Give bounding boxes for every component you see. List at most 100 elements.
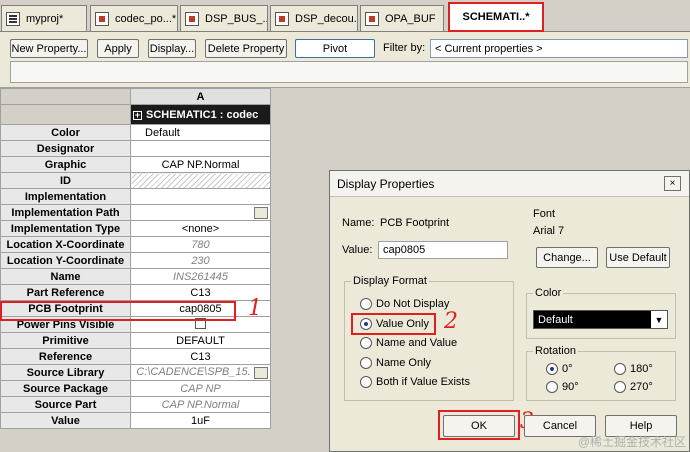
chevron-down-icon[interactable]: ▼ bbox=[651, 311, 667, 328]
property-name-cell[interactable]: Designator bbox=[0, 140, 131, 157]
property-value-cell[interactable] bbox=[130, 188, 271, 205]
change-font-button[interactable]: Change... bbox=[536, 247, 598, 268]
property-name-cell[interactable]: Graphic bbox=[0, 156, 131, 173]
table-row[interactable]: Part Reference C13 bbox=[0, 284, 271, 301]
property-value-cell[interactable]: cap0805 bbox=[130, 300, 271, 317]
apply-button[interactable]: Apply bbox=[97, 39, 139, 58]
table-row[interactable]: Location Y-Coordinate 230 bbox=[0, 252, 271, 269]
table-row[interactable]: ID bbox=[0, 172, 271, 189]
property-name-cell[interactable]: ID bbox=[0, 172, 131, 189]
tab-strip: myproj* codec_po...* DSP_BUS_... DSP_dec… bbox=[0, 0, 690, 32]
property-name-cell[interactable]: Implementation Path bbox=[0, 204, 131, 221]
tab-dsp-decou[interactable]: DSP_decou... bbox=[270, 5, 358, 31]
radio-rotation-180[interactable]: 180° bbox=[614, 363, 653, 375]
corner-cell bbox=[0, 88, 131, 105]
property-name-cell[interactable]: Source Library bbox=[0, 364, 131, 381]
radio-label: 0° bbox=[562, 363, 573, 375]
table-row[interactable]: Value 1uF bbox=[0, 412, 271, 429]
property-value-cell[interactable]: 1uF bbox=[130, 412, 271, 429]
radio-do-not-display[interactable]: Do Not Display bbox=[360, 298, 449, 310]
property-value-cell[interactable] bbox=[130, 172, 271, 189]
radio-rotation-90[interactable]: 90° bbox=[546, 381, 579, 393]
column-header[interactable]: + SCHEMATIC1 : codec bbox=[130, 104, 271, 125]
property-name-cell[interactable]: Implementation Type bbox=[0, 220, 131, 237]
display-button[interactable]: Display... bbox=[148, 39, 196, 58]
ok-button[interactable]: OK bbox=[443, 415, 515, 437]
table-row[interactable]: Location X-Coordinate 780 bbox=[0, 236, 271, 253]
table-row[interactable]: Implementation Path bbox=[0, 204, 271, 221]
page-icon bbox=[95, 11, 109, 26]
radio-label: Name and Value bbox=[376, 337, 458, 349]
property-name-cell[interactable]: Primitive bbox=[0, 332, 131, 349]
property-value-cell[interactable]: <none> bbox=[130, 220, 271, 237]
radio-value-only[interactable]: Value Only bbox=[360, 318, 429, 330]
property-value-cell[interactable]: CAP NP bbox=[130, 380, 271, 397]
property-value-cell[interactable]: INS261445 bbox=[130, 268, 271, 285]
radio-both-if-value-exists[interactable]: Both if Value Exists bbox=[360, 376, 470, 388]
table-row[interactable]: Implementation bbox=[0, 188, 271, 205]
property-name-cell[interactable]: Name bbox=[0, 268, 131, 285]
property-name-cell[interactable]: Value bbox=[0, 412, 131, 429]
table-row[interactable]: Primitive DEFAULT bbox=[0, 332, 271, 349]
value-field[interactable]: cap0805 bbox=[378, 241, 508, 259]
table-row[interactable]: Color Default bbox=[0, 124, 271, 141]
property-value-cell[interactable]: 230 bbox=[130, 252, 271, 269]
checkbox-icon[interactable] bbox=[195, 317, 206, 329]
table-row[interactable]: Source Package CAP NP bbox=[0, 380, 271, 397]
use-default-button[interactable]: Use Default bbox=[606, 247, 670, 268]
property-value-cell[interactable] bbox=[130, 316, 271, 333]
color-select[interactable]: Default ▼ bbox=[533, 310, 668, 329]
property-value-cell[interactable]: C13 bbox=[130, 348, 271, 365]
property-value-cell[interactable]: CAP NP.Normal bbox=[130, 396, 271, 413]
property-name-cell[interactable]: Source Package bbox=[0, 380, 131, 397]
radio-name-and-value[interactable]: Name and Value bbox=[360, 337, 457, 349]
property-name-cell[interactable]: PCB Footprint bbox=[0, 300, 131, 317]
property-name-cell[interactable]: Location X-Coordinate bbox=[0, 236, 131, 253]
property-value-cell[interactable]: 780 bbox=[130, 236, 271, 253]
property-name-cell[interactable]: Part Reference bbox=[0, 284, 131, 301]
property-value-cell[interactable]: DEFAULT bbox=[130, 332, 271, 349]
property-name-cell[interactable]: Reference bbox=[0, 348, 131, 365]
property-name-cell[interactable]: Color bbox=[0, 124, 131, 141]
table-row[interactable]: Power Pins Visible bbox=[0, 316, 271, 333]
property-value-cell[interactable]: C:\CADENCE\SPB_15. bbox=[130, 364, 271, 381]
property-value-cell[interactable]: Default bbox=[130, 124, 271, 141]
property-name-cell[interactable]: Power Pins Visible bbox=[0, 316, 131, 333]
tab-myproj[interactable]: myproj* bbox=[1, 5, 87, 31]
table-row[interactable]: Source Part CAP NP.Normal bbox=[0, 396, 271, 413]
delete-property-button[interactable]: Delete Property bbox=[205, 39, 287, 58]
close-button[interactable]: × bbox=[664, 176, 681, 191]
property-value-cell[interactable]: C13 bbox=[130, 284, 271, 301]
radio-rotation-270[interactable]: 270° bbox=[614, 381, 653, 393]
column-letter[interactable]: A bbox=[130, 88, 271, 105]
radio-name-only[interactable]: Name Only bbox=[360, 357, 431, 369]
browse-icon[interactable] bbox=[254, 367, 268, 379]
table-row[interactable]: Designator bbox=[0, 140, 271, 157]
expand-icon[interactable]: + bbox=[133, 110, 142, 120]
table-row[interactable]: Name INS261445 bbox=[0, 268, 271, 285]
property-value-cell[interactable] bbox=[130, 140, 271, 157]
tab-dsp-bus[interactable]: DSP_BUS_... bbox=[180, 5, 268, 31]
radio-rotation-0[interactable]: 0° bbox=[546, 363, 573, 375]
tab-opa-buf[interactable]: OPA_BUF bbox=[360, 5, 444, 31]
new-property-button[interactable]: New Property... bbox=[10, 39, 88, 58]
table-row[interactable]: Implementation Type <none> bbox=[0, 220, 271, 237]
browse-icon[interactable] bbox=[254, 207, 268, 219]
tab-codec-po[interactable]: codec_po...* bbox=[90, 5, 178, 31]
table-row[interactable]: Reference C13 bbox=[0, 348, 271, 365]
column-header-label: SCHEMATIC1 : codec bbox=[146, 108, 259, 121]
property-name-cell[interactable]: Source Part bbox=[0, 396, 131, 413]
property-value-cell[interactable]: CAP NP.Normal bbox=[130, 156, 271, 173]
table-row[interactable]: PCB Footprint cap0805 bbox=[0, 300, 271, 317]
color-title: Color bbox=[533, 287, 564, 299]
property-value: DEFAULT bbox=[176, 334, 225, 347]
tab-schematic[interactable]: SCHEMATI..* bbox=[448, 2, 544, 32]
property-value-cell[interactable] bbox=[130, 204, 271, 221]
property-name-cell[interactable]: Location Y-Coordinate bbox=[0, 252, 131, 269]
table-row[interactable]: Graphic CAP NP.Normal bbox=[0, 156, 271, 173]
filter-select[interactable]: < Current properties > bbox=[430, 39, 688, 58]
table-row[interactable]: Source Library C:\CADENCE\SPB_15. bbox=[0, 364, 271, 381]
pivot-button[interactable]: Pivot bbox=[295, 39, 375, 58]
property-name-cell[interactable]: Implementation bbox=[0, 188, 131, 205]
value-edit-field[interactable] bbox=[10, 61, 688, 83]
